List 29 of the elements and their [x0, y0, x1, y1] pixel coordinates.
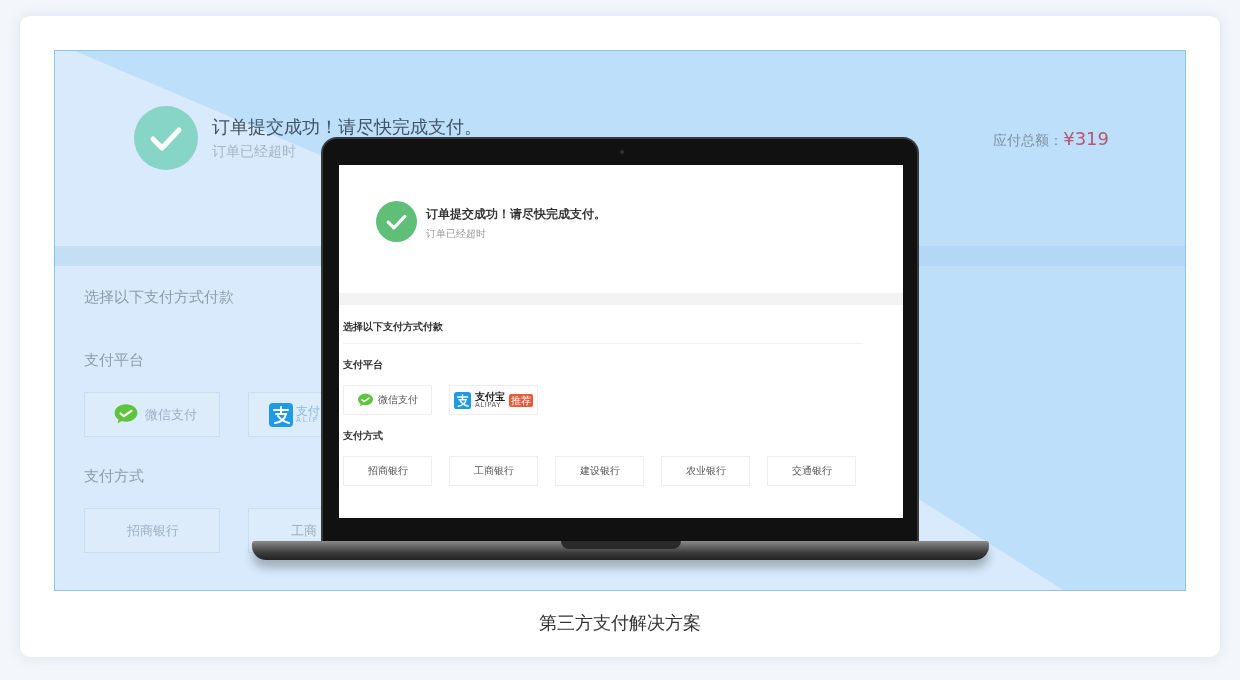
platform-option[interactable]: 微信支付: [343, 385, 432, 415]
chat-bubble-icon: [357, 392, 374, 408]
timeout-note: 订单已经超时: [426, 227, 487, 241]
camera-icon: [620, 150, 624, 154]
section-prompt: 选择以下支付方式付款: [343, 320, 863, 344]
chat-bubble-icon: [113, 403, 139, 426]
bank-option[interactable]: 工商银行: [449, 456, 538, 486]
bank-option[interactable]: 农业银行: [661, 456, 750, 486]
bank-option[interactable]: 招商银行: [343, 456, 432, 486]
success-title: 订单提交成功！请尽快完成支付。: [212, 115, 482, 139]
bank-option[interactable]: 交通银行: [767, 456, 856, 486]
section-heading: 支付平台: [84, 351, 144, 370]
section-heading: 支付方式: [84, 467, 144, 486]
platform-label: 支付: [296, 405, 320, 417]
total-label: 应付总额：: [993, 132, 1064, 150]
bank-option[interactable]: 建设银行: [555, 456, 644, 486]
success-title: 订单提交成功！请尽快完成支付。: [426, 207, 606, 222]
caption: 第三方支付解决方案: [539, 611, 701, 635]
check-circle-icon: [376, 201, 417, 242]
section-prompt: 选择以下支付方式付款: [84, 288, 234, 307]
logo-icon: [269, 402, 293, 427]
section-heading: 支付方式: [343, 429, 383, 443]
platform-label: 支付宝: [475, 391, 505, 402]
platform-label: 微信支付: [378, 393, 418, 407]
recommend-badge: 推荐: [509, 393, 533, 407]
section-heading: 支付平台: [343, 358, 383, 372]
logo-icon: [454, 391, 471, 409]
total-amount: ¥319: [1063, 128, 1109, 149]
check-circle-icon: [134, 106, 198, 170]
